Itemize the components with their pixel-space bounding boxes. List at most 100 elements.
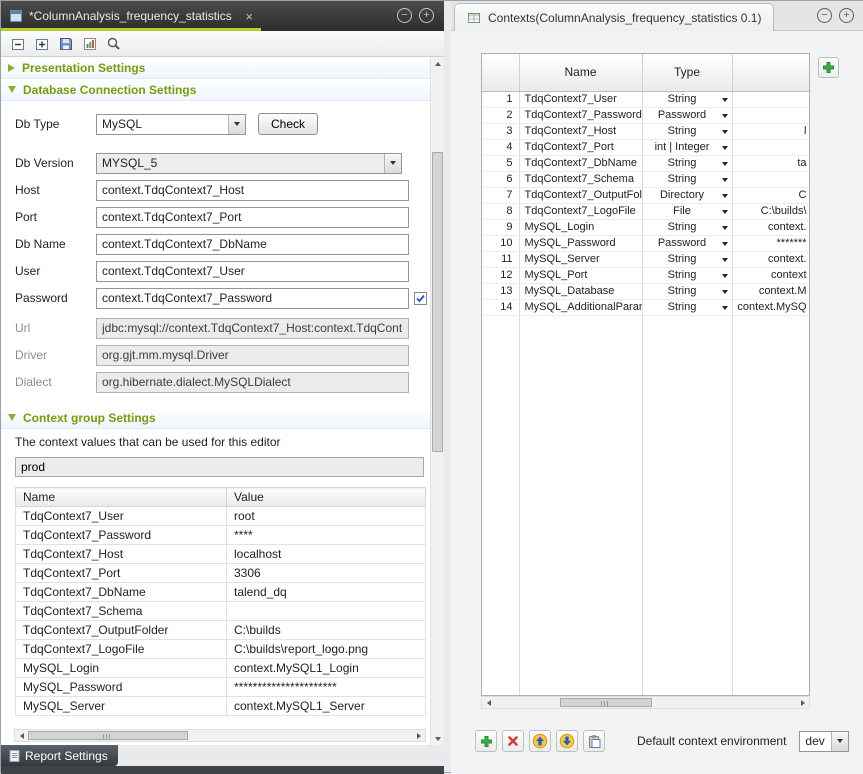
- scroll-down-button[interactable]: [431, 732, 445, 745]
- scrollbar-thumb[interactable]: [560, 698, 652, 707]
- section-database-connection-settings[interactable]: Database Connection Settings: [1, 79, 430, 101]
- variable-type-cell[interactable]: String: [642, 283, 732, 299]
- add-variable-button[interactable]: [475, 730, 497, 752]
- context-value-cell[interactable]: C:\builds\report_logo.png: [227, 640, 426, 659]
- context-name-cell[interactable]: TdqContext7_Password: [16, 526, 227, 545]
- variable-value-cell[interactable]: context.MySQ: [732, 299, 809, 315]
- chevron-down-icon[interactable]: [8, 414, 16, 421]
- vertical-scrollbar[interactable]: [430, 57, 444, 745]
- variable-value-cell[interactable]: context.M: [732, 283, 809, 299]
- tab-contexts[interactable]: Contexts(ColumnAnalysis_frequency_statis…: [454, 3, 774, 31]
- context-value-row[interactable]: MySQL_Password **********************: [16, 678, 426, 697]
- context-name-cell[interactable]: MySQL_Login: [16, 659, 227, 678]
- combo-arrow-button[interactable]: [384, 154, 401, 173]
- context-name-cell[interactable]: TdqContext7_Schema: [16, 602, 227, 621]
- variable-name-cell[interactable]: TdqContext7_OutputFolder: [519, 187, 642, 203]
- variable-name-cell[interactable]: MySQL_Password: [519, 235, 642, 251]
- variable-name-cell[interactable]: MySQL_Port: [519, 267, 642, 283]
- type-dropdown-icon[interactable]: [722, 146, 728, 150]
- context-value-row[interactable]: TdqContext7_User root: [16, 507, 426, 526]
- close-icon[interactable]: ×: [245, 9, 253, 24]
- db-type-combo[interactable]: MySQL: [96, 114, 246, 135]
- context-variable-row[interactable]: 14 MySQL_AdditionalParams String context…: [482, 299, 809, 315]
- context-variable-row[interactable]: 6 TdqContext7_Schema String: [482, 171, 809, 187]
- section-presentation-settings[interactable]: Presentation Settings: [1, 57, 430, 79]
- minimize-view-button[interactable]: −: [397, 8, 412, 23]
- variable-value-cell[interactable]: context.: [732, 251, 809, 267]
- combo-arrow-button[interactable]: [228, 115, 245, 134]
- context-name-cell[interactable]: TdqContext7_Host: [16, 545, 227, 564]
- variable-name-cell[interactable]: MySQL_AdditionalParams: [519, 299, 642, 315]
- variable-type-cell[interactable]: String: [642, 91, 732, 107]
- context-variable-row[interactable]: 11 MySQL_Server String context.: [482, 251, 809, 267]
- context-value-row[interactable]: MySQL_Server context.MySQL1_Server: [16, 697, 426, 716]
- context-name-cell[interactable]: MySQL_Password: [16, 678, 227, 697]
- context-name-cell[interactable]: TdqContext7_User: [16, 507, 227, 526]
- context-variable-row[interactable]: 2 TdqContext7_Password Password: [482, 107, 809, 123]
- move-down-button[interactable]: [556, 730, 578, 752]
- variable-value-cell[interactable]: [732, 139, 809, 155]
- db-name-input[interactable]: [96, 234, 409, 255]
- context-value-row[interactable]: TdqContext7_DbName talend_dq: [16, 583, 426, 602]
- delete-variable-button[interactable]: [502, 730, 524, 752]
- context-value-row[interactable]: TdqContext7_Password ****: [16, 526, 426, 545]
- column-header-type[interactable]: Type: [642, 54, 732, 91]
- type-dropdown-icon[interactable]: [722, 194, 728, 198]
- maximize-view-button[interactable]: +: [419, 8, 434, 23]
- variable-name-cell[interactable]: MySQL_Login: [519, 219, 642, 235]
- variable-value-cell[interactable]: *******: [732, 235, 809, 251]
- context-value-cell[interactable]: C:\builds: [227, 621, 426, 640]
- add-context-variable-button[interactable]: [818, 57, 839, 78]
- password-checkbox[interactable]: [414, 292, 427, 305]
- variable-value-cell[interactable]: [732, 107, 809, 123]
- context-variable-row[interactable]: 3 TdqContext7_Host String l: [482, 123, 809, 139]
- variable-name-cell[interactable]: TdqContext7_DbName: [519, 155, 642, 171]
- variable-type-cell[interactable]: String: [642, 171, 732, 187]
- host-input[interactable]: [96, 180, 409, 201]
- context-value-row[interactable]: TdqContext7_Schema: [16, 602, 426, 621]
- context-variable-row[interactable]: 13 MySQL_Database String context.M: [482, 283, 809, 299]
- scroll-right-button[interactable]: [796, 697, 809, 708]
- variable-type-cell[interactable]: String: [642, 219, 732, 235]
- variable-value-cell[interactable]: context: [732, 267, 809, 283]
- context-variable-row[interactable]: 5 TdqContext7_DbName String ta: [482, 155, 809, 171]
- variable-name-cell[interactable]: TdqContext7_Host: [519, 123, 642, 139]
- variable-type-cell[interactable]: Password: [642, 107, 732, 123]
- port-input[interactable]: [96, 207, 409, 228]
- variable-value-cell[interactable]: C:\builds\: [732, 203, 809, 219]
- check-connection-button[interactable]: Check: [258, 113, 318, 135]
- context-group-name-input[interactable]: [15, 457, 424, 477]
- contexts-horizontal-scrollbar[interactable]: [481, 696, 810, 709]
- scrollbar-thumb[interactable]: [432, 152, 443, 452]
- expand-all-button[interactable]: [31, 34, 53, 54]
- scrollbar-thumb[interactable]: [28, 731, 188, 740]
- context-value-row[interactable]: TdqContext7_OutputFolder C:\builds: [16, 621, 426, 640]
- type-dropdown-icon[interactable]: [722, 290, 728, 294]
- environment-combo[interactable]: dev: [799, 731, 849, 752]
- collapse-all-button[interactable]: [7, 34, 29, 54]
- variable-name-cell[interactable]: TdqContext7_Password: [519, 107, 642, 123]
- type-dropdown-icon[interactable]: [722, 162, 728, 166]
- scroll-right-button[interactable]: [412, 730, 425, 741]
- db-version-combo[interactable]: MYSQL_5: [96, 153, 402, 174]
- variable-name-cell[interactable]: TdqContext7_Schema: [519, 171, 642, 187]
- context-value-cell[interactable]: talend_dq: [227, 583, 426, 602]
- variable-type-cell[interactable]: String: [642, 299, 732, 315]
- chevron-right-icon[interactable]: [8, 64, 15, 72]
- context-name-cell[interactable]: TdqContext7_Port: [16, 564, 227, 583]
- horizontal-scrollbar[interactable]: [14, 729, 426, 742]
- context-value-row[interactable]: MySQL_Login context.MySQL1_Login: [16, 659, 426, 678]
- variable-name-cell[interactable]: MySQL_Server: [519, 251, 642, 267]
- variable-value-cell[interactable]: C: [732, 187, 809, 203]
- variable-name-cell[interactable]: TdqContext7_LogoFile: [519, 203, 642, 219]
- type-dropdown-icon[interactable]: [722, 178, 728, 182]
- context-variable-row[interactable]: 4 TdqContext7_Port int | Integer: [482, 139, 809, 155]
- user-input[interactable]: [96, 261, 409, 282]
- context-name-cell[interactable]: TdqContext7_OutputFolder: [16, 621, 227, 640]
- type-dropdown-icon[interactable]: [722, 114, 728, 118]
- context-name-cell[interactable]: MySQL_Server: [16, 697, 227, 716]
- context-value-row[interactable]: TdqContext7_LogoFile C:\builds\report_lo…: [16, 640, 426, 659]
- tab-report-settings[interactable]: Report Settings: [1, 745, 118, 766]
- minimize-view-button[interactable]: −: [817, 8, 832, 23]
- zoom-button[interactable]: [103, 34, 125, 54]
